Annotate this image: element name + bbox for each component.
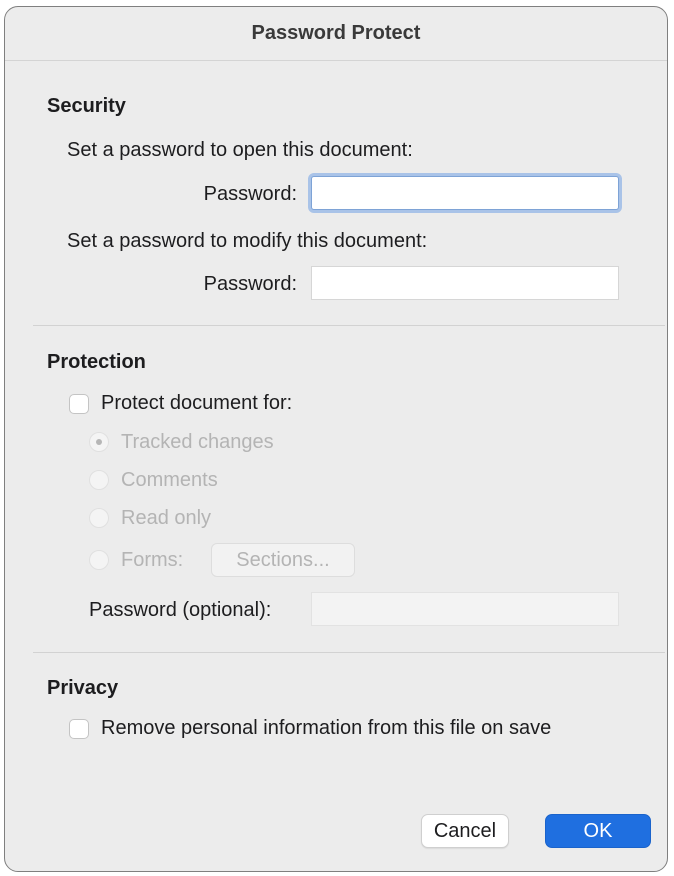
open-password-prompt: Set a password to open this document:: [67, 139, 413, 161]
sections-button[interactable]: Sections...: [211, 543, 355, 577]
radio-read-only[interactable]: [89, 508, 109, 528]
cancel-button[interactable]: Cancel: [421, 814, 509, 848]
modify-password-prompt: Set a password to modify this document:: [67, 230, 428, 252]
security-heading: Security: [47, 95, 126, 117]
protection-heading: Protection: [47, 351, 146, 373]
radio-forms-label[interactable]: Forms:: [121, 549, 183, 572]
ok-button[interactable]: OK: [545, 814, 651, 848]
radio-tracked-changes[interactable]: [89, 432, 109, 452]
radio-tracked-changes-label[interactable]: Tracked changes: [121, 431, 274, 454]
section-divider: [33, 652, 665, 653]
section-divider: [33, 325, 665, 326]
remove-personal-info-label[interactable]: Remove personal information from this fi…: [101, 717, 551, 740]
dialog-title: Password Protect: [5, 7, 667, 61]
password-protect-dialog: Password Protect Security Set a password…: [4, 6, 668, 872]
protect-document-label[interactable]: Protect document for:: [101, 392, 292, 415]
radio-forms[interactable]: [89, 550, 109, 570]
open-password-field[interactable]: [311, 176, 619, 210]
protect-document-checkbox[interactable]: [69, 394, 89, 414]
radio-read-only-label[interactable]: Read only: [121, 507, 211, 530]
open-password-label: Password:: [203, 183, 297, 205]
modify-password-label: Password:: [203, 273, 297, 295]
radio-comments[interactable]: [89, 470, 109, 490]
privacy-heading: Privacy: [47, 677, 119, 699]
radio-comments-label[interactable]: Comments: [121, 469, 218, 492]
optional-password-label: Password (optional):: [89, 599, 272, 621]
remove-personal-info-checkbox[interactable]: [69, 719, 89, 739]
modify-password-field[interactable]: [311, 266, 619, 300]
optional-password-field[interactable]: [311, 592, 619, 626]
